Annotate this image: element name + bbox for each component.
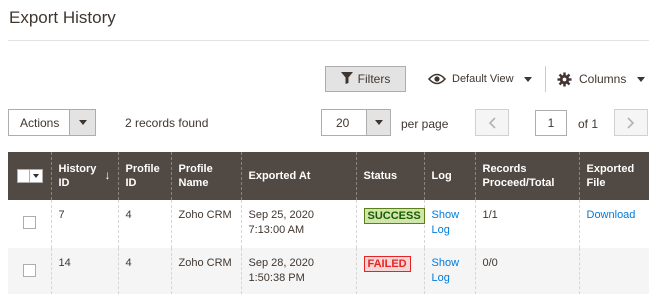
- history-id-cell: 14: [50, 248, 118, 294]
- column-history-id-label: History ID: [58, 162, 97, 189]
- download-link[interactable]: Download: [587, 209, 636, 221]
- exported-at-date: Sep 28, 2020: [248, 257, 314, 269]
- log-cell: Show Log: [423, 248, 475, 294]
- columns-label: Columns: [579, 72, 627, 86]
- status-cell: FAILED: [355, 248, 424, 294]
- chevron-down-icon: [69, 110, 95, 135]
- per-page-value: 20: [336, 115, 350, 130]
- mass-select-header: [8, 152, 51, 200]
- exported-file-cell: [578, 248, 649, 294]
- gear-icon: [557, 71, 572, 87]
- show-log-label: Show: [431, 257, 460, 269]
- show-log-label-2: Log: [431, 223, 450, 236]
- total-pages-label: of 1: [578, 117, 599, 131]
- column-exported-file[interactable]: Exported File: [578, 152, 649, 200]
- row-select-cell: [8, 248, 51, 294]
- chevron-left-icon: [488, 116, 496, 129]
- actions-label: Actions: [20, 115, 60, 130]
- status-badge: SUCCESS: [363, 208, 425, 224]
- column-log[interactable]: Log: [423, 152, 475, 200]
- mass-select-checkbox[interactable]: [18, 170, 30, 182]
- status-cell: SUCCESS: [355, 200, 425, 248]
- default-view-dropdown[interactable]: Default View: [428, 70, 532, 88]
- actions-dropdown[interactable]: Actions: [8, 109, 96, 136]
- per-page-select[interactable]: 20: [321, 109, 391, 136]
- column-profile-name[interactable]: Profile Name: [170, 152, 241, 200]
- row-select-cell: [8, 200, 51, 248]
- column-history-id[interactable]: History ID ↓: [50, 152, 118, 200]
- page-title: Export History: [9, 8, 116, 27]
- show-log-link[interactable]: Show Log: [432, 256, 468, 286]
- filter-icon: [340, 71, 353, 87]
- eye-icon: [428, 73, 446, 85]
- records-cell: 0/0: [474, 248, 579, 294]
- per-page-label: per page: [401, 117, 449, 131]
- export-history-table: History ID ↓ Profile ID Profile Name Exp…: [8, 152, 649, 294]
- profile-id-cell: 4: [117, 200, 171, 248]
- exported-at-time: 1:50:38 PM: [248, 271, 305, 284]
- next-page-button[interactable]: [614, 109, 648, 136]
- records-cell: 1/1: [474, 200, 579, 248]
- exported-at-date: Sep 25, 2020: [248, 209, 314, 221]
- chevron-down-icon: [637, 76, 646, 82]
- log-cell: Show Log: [423, 200, 475, 248]
- column-status[interactable]: Status: [355, 152, 424, 200]
- show-log-link[interactable]: Show Log: [432, 208, 468, 238]
- title-divider: [8, 40, 649, 41]
- sort-down-arrow-icon: ↓: [104, 168, 111, 183]
- records-found-count: 2 records found: [125, 116, 209, 130]
- exported-at-time: 7:13:00 AM: [248, 223, 305, 236]
- table-header-row: History ID ↓ Profile ID Profile Name Exp…: [8, 152, 649, 200]
- columns-dropdown[interactable]: Columns: [557, 70, 646, 88]
- show-log-label: Show: [431, 209, 460, 221]
- previous-page-button[interactable]: [475, 109, 509, 136]
- profile-name-cell: Zoho CRM: [170, 200, 241, 248]
- filters-label: Filters: [357, 72, 391, 86]
- chevron-down-icon: [523, 76, 532, 82]
- show-log-label-2: Log: [431, 271, 450, 284]
- column-profile-id[interactable]: Profile ID: [117, 152, 171, 200]
- mass-select-dropdown[interactable]: [17, 169, 43, 183]
- row-checkbox[interactable]: [23, 216, 36, 229]
- history-id-cell: 7: [50, 200, 118, 248]
- row-checkbox[interactable]: [23, 264, 36, 277]
- default-view-label: Default View: [452, 73, 514, 85]
- chevron-right-icon: [627, 116, 635, 129]
- status-badge: FAILED: [363, 256, 411, 272]
- current-page-input[interactable]: 1: [535, 110, 567, 136]
- table-row: 7 4 Zoho CRM Sep 25, 2020 7:13:00 AM SUC…: [8, 200, 649, 248]
- profile-name-cell: Zoho CRM: [170, 248, 241, 294]
- chevron-down-icon: [30, 174, 42, 178]
- chevron-down-icon: [366, 110, 390, 135]
- exported-file-cell: Download: [578, 200, 649, 248]
- toolbar-divider: [545, 66, 546, 92]
- filters-button[interactable]: Filters: [325, 66, 406, 92]
- column-exported-at[interactable]: Exported At: [240, 152, 356, 200]
- column-records[interactable]: Records Proceed/Total: [474, 152, 579, 200]
- exported-at-cell: Sep 25, 2020 7:13:00 AM: [240, 200, 356, 248]
- profile-id-cell: 4: [117, 248, 171, 294]
- exported-at-cell: Sep 28, 2020 1:50:38 PM: [240, 248, 356, 294]
- table-row: 14 4 Zoho CRM Sep 28, 2020 1:50:38 PM FA…: [8, 248, 649, 294]
